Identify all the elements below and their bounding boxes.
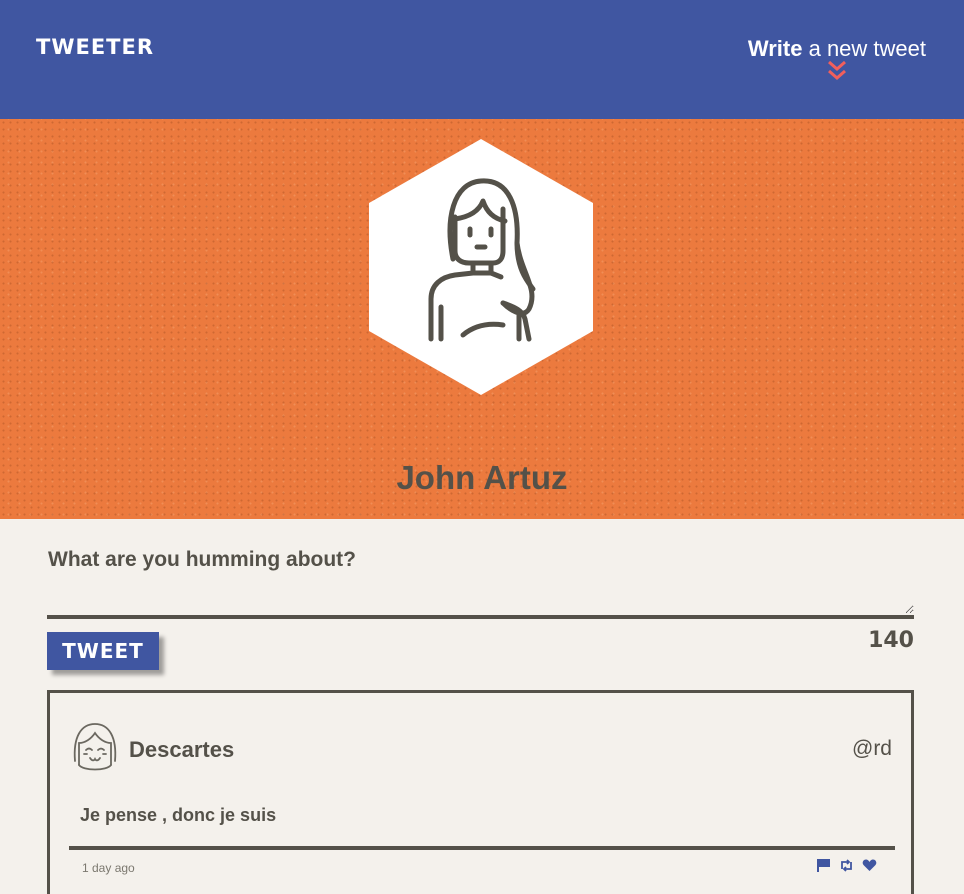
tweet-text-input[interactable] xyxy=(48,580,914,614)
write-new-tweet-toggle[interactable]: Write a new tweet xyxy=(748,36,926,82)
tweet-timestamp: 1 day ago xyxy=(82,861,135,875)
brand-logo[interactable]: TWEETER xyxy=(36,35,154,59)
retweet-icon[interactable] xyxy=(839,858,854,873)
tweet-actions xyxy=(816,858,877,873)
write-new-tweet-label[interactable]: Write a new tweet xyxy=(748,36,926,62)
profile-name: John Artuz xyxy=(396,459,568,496)
write-label-rest: a new tweet xyxy=(808,36,926,61)
composer-underline xyxy=(47,615,914,619)
girl-avatar-icon xyxy=(73,723,117,771)
tweet-divider xyxy=(69,846,895,850)
heart-icon[interactable] xyxy=(862,858,877,873)
tweet-card: Descartes @rd Je pense , donc je suis 1 … xyxy=(47,690,914,894)
tweet-body: Je pense , donc je suis xyxy=(80,805,277,825)
tweet-submit-button[interactable]: TWEET xyxy=(47,632,159,670)
woman-avatar-icon xyxy=(369,139,593,395)
flag-icon[interactable] xyxy=(816,858,831,873)
tweet-author-name: Descartes xyxy=(129,737,235,762)
top-nav: TWEETER Write a new tweet xyxy=(0,0,964,119)
write-label-strong: Write xyxy=(747,36,803,61)
double-chevron-down-icon[interactable] xyxy=(826,60,848,82)
character-counter: 140 xyxy=(868,628,914,653)
profile-header: John Artuz xyxy=(0,119,964,519)
tweet-author-handle: @rd xyxy=(852,737,892,760)
composer-label: What are you humming about? xyxy=(48,548,356,571)
